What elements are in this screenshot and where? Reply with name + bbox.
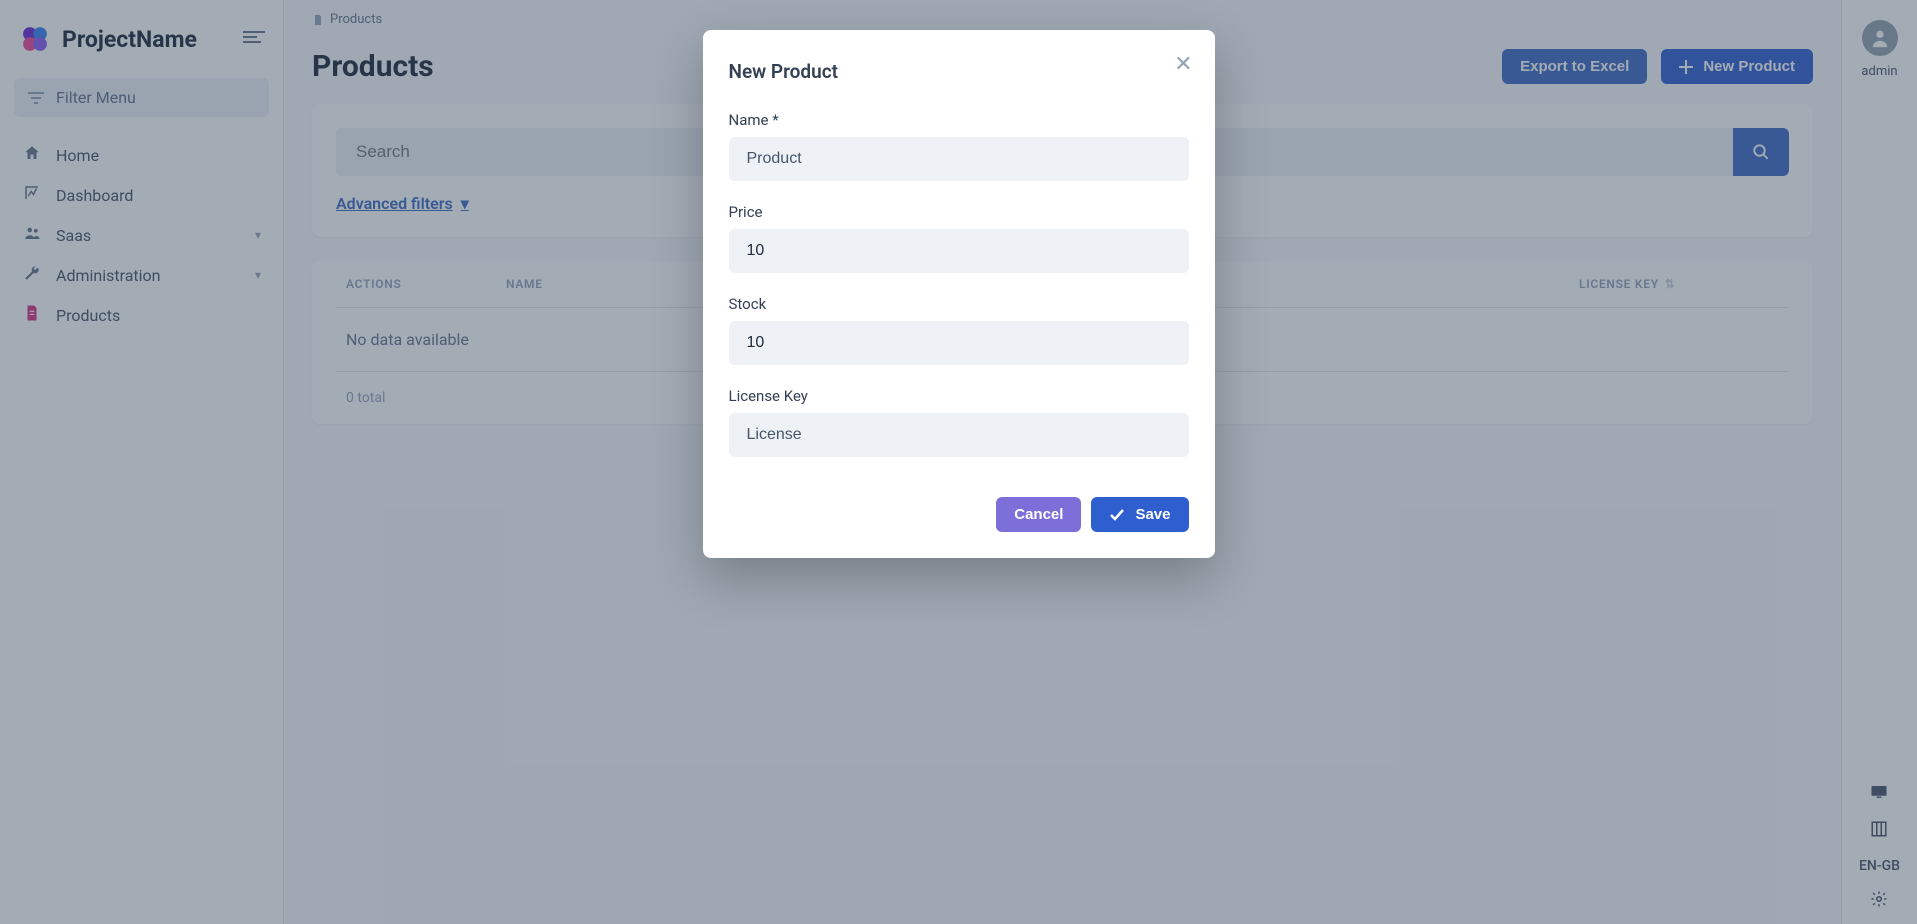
price-label: Price (729, 203, 1189, 221)
new-product-modal: New Product ✕ Name * Price Stock License… (703, 30, 1215, 558)
license-field[interactable] (729, 413, 1189, 457)
button-label: Save (1135, 506, 1170, 523)
close-icon[interactable]: ✕ (1174, 52, 1192, 77)
stock-field[interactable] (729, 321, 1189, 365)
modal-overlay[interactable]: New Product ✕ Name * Price Stock License… (0, 0, 1917, 924)
cancel-button[interactable]: Cancel (996, 497, 1081, 532)
name-label: Name * (729, 111, 1189, 129)
check-icon (1109, 508, 1125, 522)
stock-label: Stock (729, 295, 1189, 313)
button-label: Cancel (1014, 506, 1063, 523)
modal-title: New Product (729, 60, 1189, 83)
license-label: License Key (729, 387, 1189, 405)
name-field[interactable] (729, 137, 1189, 181)
price-field[interactable] (729, 229, 1189, 273)
save-button[interactable]: Save (1091, 497, 1188, 532)
